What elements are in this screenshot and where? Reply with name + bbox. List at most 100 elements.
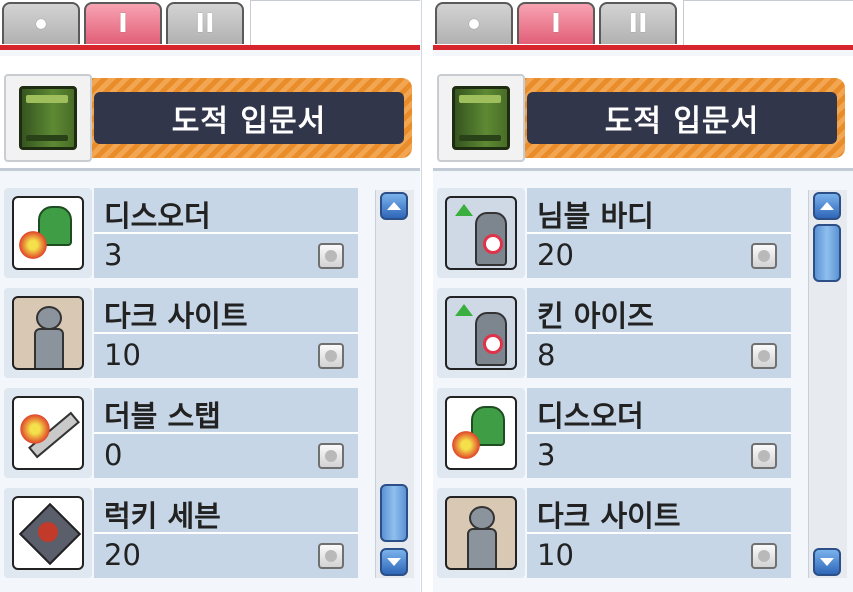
skill-icon-box <box>4 188 92 278</box>
level-up-icon <box>758 450 770 462</box>
skill-level: 20 <box>104 538 141 572</box>
skill-row[interactable]: 다크 사이트 10 <box>437 488 791 580</box>
title-plate: 도적 입문서 <box>94 92 404 144</box>
book-title: 도적 입문서 <box>171 104 327 139</box>
level-up-button[interactable] <box>751 243 777 269</box>
level-up-button[interactable] <box>318 343 344 369</box>
skill-level-cell: 3 <box>527 434 791 478</box>
skill-window-right: I II 도적 입문서 님블 바디 20 킨 아이즈 8 디스오더 3 다크 사… <box>433 0 853 592</box>
skill-level-cell: 10 <box>527 534 791 578</box>
tab-bar: I II <box>433 0 853 46</box>
skill-row[interactable]: 킨 아이즈 8 <box>437 288 791 380</box>
divider <box>433 168 853 171</box>
divider <box>0 168 420 171</box>
skill-name-cell: 럭키 세븐 <box>94 488 358 533</box>
level-up-icon <box>325 350 337 362</box>
skill-icon-box <box>437 388 525 478</box>
title-plate: 도적 입문서 <box>527 92 837 144</box>
skill-name: 님블 바디 <box>537 199 654 233</box>
tab-first-job[interactable]: I <box>517 2 595 44</box>
level-up-icon <box>758 350 770 362</box>
skill-level: 10 <box>104 338 141 372</box>
level-up-icon <box>758 550 770 562</box>
level-up-icon <box>325 550 337 562</box>
accent-strip <box>0 45 420 50</box>
skill-level-cell: 20 <box>94 534 358 578</box>
scroll-up-button[interactable] <box>813 192 841 220</box>
level-up-button[interactable] <box>751 343 777 369</box>
level-up-button[interactable] <box>751 543 777 569</box>
double-stab-icon <box>12 396 84 470</box>
book-icon <box>452 86 510 150</box>
skill-level-cell: 3 <box>94 234 358 278</box>
skill-level: 0 <box>104 438 123 472</box>
skill-level: 3 <box>537 438 556 472</box>
tab-bar: I II <box>0 0 420 46</box>
skill-name: 디스오더 <box>104 199 211 233</box>
skill-list: 님블 바디 20 킨 아이즈 8 디스오더 3 다크 사이트 10 <box>433 178 803 592</box>
skill-name-cell: 다크 사이트 <box>94 288 358 333</box>
dot-icon <box>36 19 46 29</box>
tab-label: I <box>118 9 128 39</box>
level-up-icon <box>758 250 770 262</box>
lucky-seven-icon <box>12 496 84 570</box>
skill-icon-box <box>437 188 525 278</box>
skill-name: 다크 사이트 <box>537 499 681 533</box>
level-up-icon <box>325 450 337 462</box>
skill-row[interactable]: 럭키 세븐 20 <box>4 488 358 580</box>
level-up-button[interactable] <box>318 243 344 269</box>
skill-level: 20 <box>537 238 574 272</box>
scroll-up-button[interactable] <box>380 192 408 220</box>
book-icon-frame <box>437 74 525 162</box>
level-up-button[interactable] <box>318 443 344 469</box>
skill-level: 3 <box>104 238 123 272</box>
disorder-icon <box>12 196 84 270</box>
chevron-down-icon <box>387 558 401 566</box>
dark-sight-icon <box>445 496 517 570</box>
skill-level-cell: 0 <box>94 434 358 478</box>
skill-name: 럭키 세븐 <box>104 499 221 533</box>
scroll-down-button[interactable] <box>380 548 408 576</box>
skill-list: 디스오더 3 다크 사이트 10 더블 스탭 0 럭키 세븐 20 <box>0 178 370 592</box>
tab-second-job[interactable]: II <box>166 2 244 44</box>
dark-sight-icon <box>12 296 84 370</box>
skill-window-left: I II 도적 입문서 디스오더 3 다크 사이트 10 더블 스탭 0 럭키 … <box>0 0 420 592</box>
skill-icon-box <box>437 488 525 578</box>
skill-icon-box <box>437 288 525 378</box>
scrollbar-thumb[interactable] <box>380 484 408 542</box>
arrow-up-icon <box>455 304 473 316</box>
tab-label: I <box>551 9 561 39</box>
skill-row[interactable]: 다크 사이트 10 <box>4 288 358 380</box>
skill-icon-box <box>4 388 92 478</box>
tab-second-job[interactable]: II <box>599 2 677 44</box>
dot-icon <box>469 19 479 29</box>
skill-icon-box <box>4 288 92 378</box>
skill-name: 더블 스탭 <box>104 399 221 433</box>
skill-row[interactable]: 님블 바디 20 <box>437 188 791 280</box>
tab-beginner[interactable] <box>2 2 80 44</box>
tab-first-job[interactable]: I <box>84 2 162 44</box>
skill-icon-box <box>4 488 92 578</box>
arrow-up-icon <box>455 204 473 216</box>
level-up-button[interactable] <box>318 543 344 569</box>
scroll-down-button[interactable] <box>813 548 841 576</box>
skill-name: 디스오더 <box>537 399 644 433</box>
skill-row[interactable]: 디스오더 3 <box>437 388 791 480</box>
skill-name-cell: 더블 스탭 <box>94 388 358 433</box>
book-icon <box>19 86 77 150</box>
tab-label: II <box>195 9 215 39</box>
skill-row[interactable]: 더블 스탭 0 <box>4 388 358 480</box>
skill-row[interactable]: 디스오더 3 <box>4 188 358 280</box>
keen-eyes-icon <box>445 296 517 370</box>
tab-beginner[interactable] <box>435 2 513 44</box>
skill-name: 킨 아이즈 <box>537 299 654 333</box>
skill-name-cell: 킨 아이즈 <box>527 288 791 333</box>
scrollbar-thumb[interactable] <box>813 224 841 282</box>
book-title: 도적 입문서 <box>604 104 760 139</box>
skill-level-cell: 10 <box>94 334 358 378</box>
skill-name-cell: 디스오더 <box>94 188 358 233</box>
level-up-button[interactable] <box>751 443 777 469</box>
skill-name-cell: 님블 바디 <box>527 188 791 233</box>
skill-level-cell: 8 <box>527 334 791 378</box>
skill-level: 8 <box>537 338 556 372</box>
